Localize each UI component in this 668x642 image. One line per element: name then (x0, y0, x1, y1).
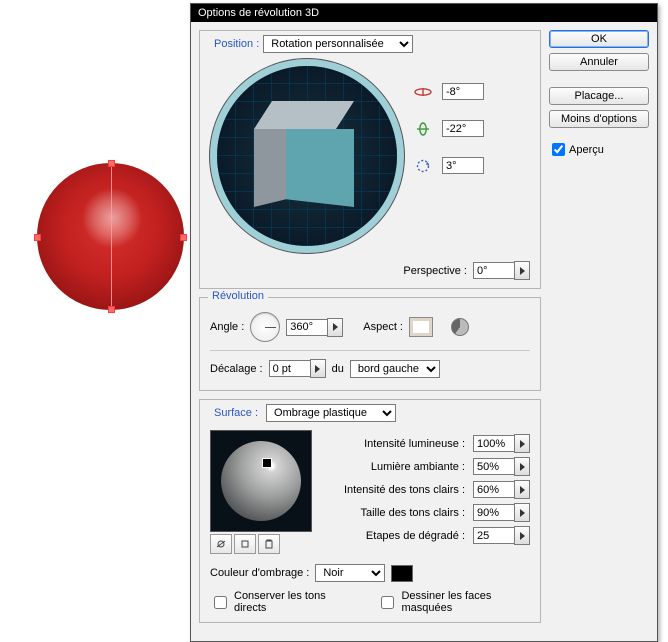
cube-icon (254, 101, 354, 201)
anchor-point[interactable] (108, 306, 115, 313)
trackball-preview[interactable] (210, 59, 404, 253)
light-delete-button[interactable] (258, 534, 280, 554)
cancel-button[interactable]: Annuler (549, 53, 649, 71)
shade-color-label: Couleur d'ombrage : (210, 567, 309, 579)
highlight-size-input[interactable] (473, 504, 515, 521)
anchor-point[interactable] (180, 234, 187, 241)
surface-group: Surface : Ombrage plastique (199, 399, 541, 623)
rotate-y-icon (414, 122, 432, 136)
rotate-x-icon (414, 85, 432, 99)
dialog-title: Options de révolution 3D (198, 7, 319, 19)
shade-color-select[interactable]: Noir (315, 564, 385, 582)
light-handle[interactable] (263, 459, 271, 467)
edge-select[interactable]: bord gauche (350, 360, 440, 378)
blend-steps-input[interactable] (473, 527, 515, 544)
blend-steps-stepper[interactable] (514, 526, 530, 545)
perspective-label: Perspective : (403, 265, 467, 277)
from-label: du (332, 363, 344, 375)
preserve-spot-label: Conserver les tons directs (234, 590, 347, 614)
preview-checkbox[interactable] (552, 143, 565, 156)
shading-select[interactable]: Ombrage plastique (266, 404, 396, 422)
highlight-intensity-stepper[interactable] (514, 480, 530, 499)
ok-button[interactable]: OK (549, 30, 649, 48)
offset-stepper[interactable] (310, 359, 326, 378)
artwork-sphere-preview (37, 163, 184, 310)
rotate-z-icon (414, 159, 432, 173)
perspective-input[interactable] (473, 262, 515, 279)
position-preset-select[interactable]: Rotation personnalisée (263, 35, 413, 53)
draw-hidden-row[interactable]: Dessiner les faces masquées (377, 590, 530, 614)
angle-label: Angle : (210, 321, 244, 333)
ambient-label: Lumière ambiante : (322, 461, 467, 473)
highlight-intensity-label: Intensité des tons clairs : (322, 484, 467, 496)
light-new-button[interactable] (234, 534, 256, 554)
separator (210, 350, 530, 351)
rotate-z-input[interactable] (442, 157, 484, 174)
revolve-options-dialog: Options de révolution 3D Position : Rota… (190, 3, 658, 642)
revolve-legend: Révolution (208, 290, 268, 302)
draw-hidden-checkbox[interactable] (381, 596, 394, 609)
anchor-point[interactable] (108, 160, 115, 167)
rotate-y-input[interactable] (442, 120, 484, 137)
light-back-button[interactable] (210, 534, 232, 554)
light-intensity-label: Intensité lumineuse : (322, 438, 467, 450)
light-preview[interactable] (210, 430, 312, 532)
angle-dial[interactable] (250, 312, 280, 342)
position-group: Position : Rotation personnalisée (199, 30, 541, 289)
angle-stepper[interactable] (327, 318, 343, 337)
preview-label: Aperçu (569, 144, 604, 156)
shade-color-swatch[interactable] (391, 565, 413, 582)
angle-input[interactable] (286, 319, 328, 336)
revolve-group: Révolution Angle : Aspect : Déc (199, 297, 541, 391)
offset-input[interactable] (269, 360, 311, 377)
highlight-size-stepper[interactable] (514, 503, 530, 522)
position-legend: Position : (210, 38, 263, 50)
surface-legend: Surface : (210, 407, 262, 419)
anchor-point[interactable] (34, 234, 41, 241)
light-intensity-stepper[interactable] (514, 434, 530, 453)
draw-hidden-label: Dessiner les faces masquées (401, 590, 530, 614)
highlight-intensity-input[interactable] (473, 481, 515, 498)
cap-off-icon[interactable] (451, 318, 469, 336)
offset-label: Décalage : (210, 363, 263, 375)
preserve-spot-row[interactable]: Conserver les tons directs (210, 590, 347, 614)
highlight-size-label: Taille des tons clairs : (322, 507, 467, 519)
blend-steps-label: Etapes de dégradé : (322, 530, 467, 542)
rotate-x-input[interactable] (442, 83, 484, 100)
map-art-button[interactable]: Placage... (549, 87, 649, 105)
perspective-stepper[interactable] (514, 261, 530, 280)
cap-label: Aspect : (363, 321, 403, 333)
dialog-titlebar[interactable]: Options de révolution 3D (191, 4, 657, 22)
light-intensity-input[interactable] (473, 435, 515, 452)
cap-on-icon[interactable] (409, 317, 433, 337)
ambient-stepper[interactable] (514, 457, 530, 476)
preserve-spot-checkbox[interactable] (214, 596, 227, 609)
ambient-input[interactable] (473, 458, 515, 475)
fewer-options-button[interactable]: Moins d'options (549, 110, 649, 128)
